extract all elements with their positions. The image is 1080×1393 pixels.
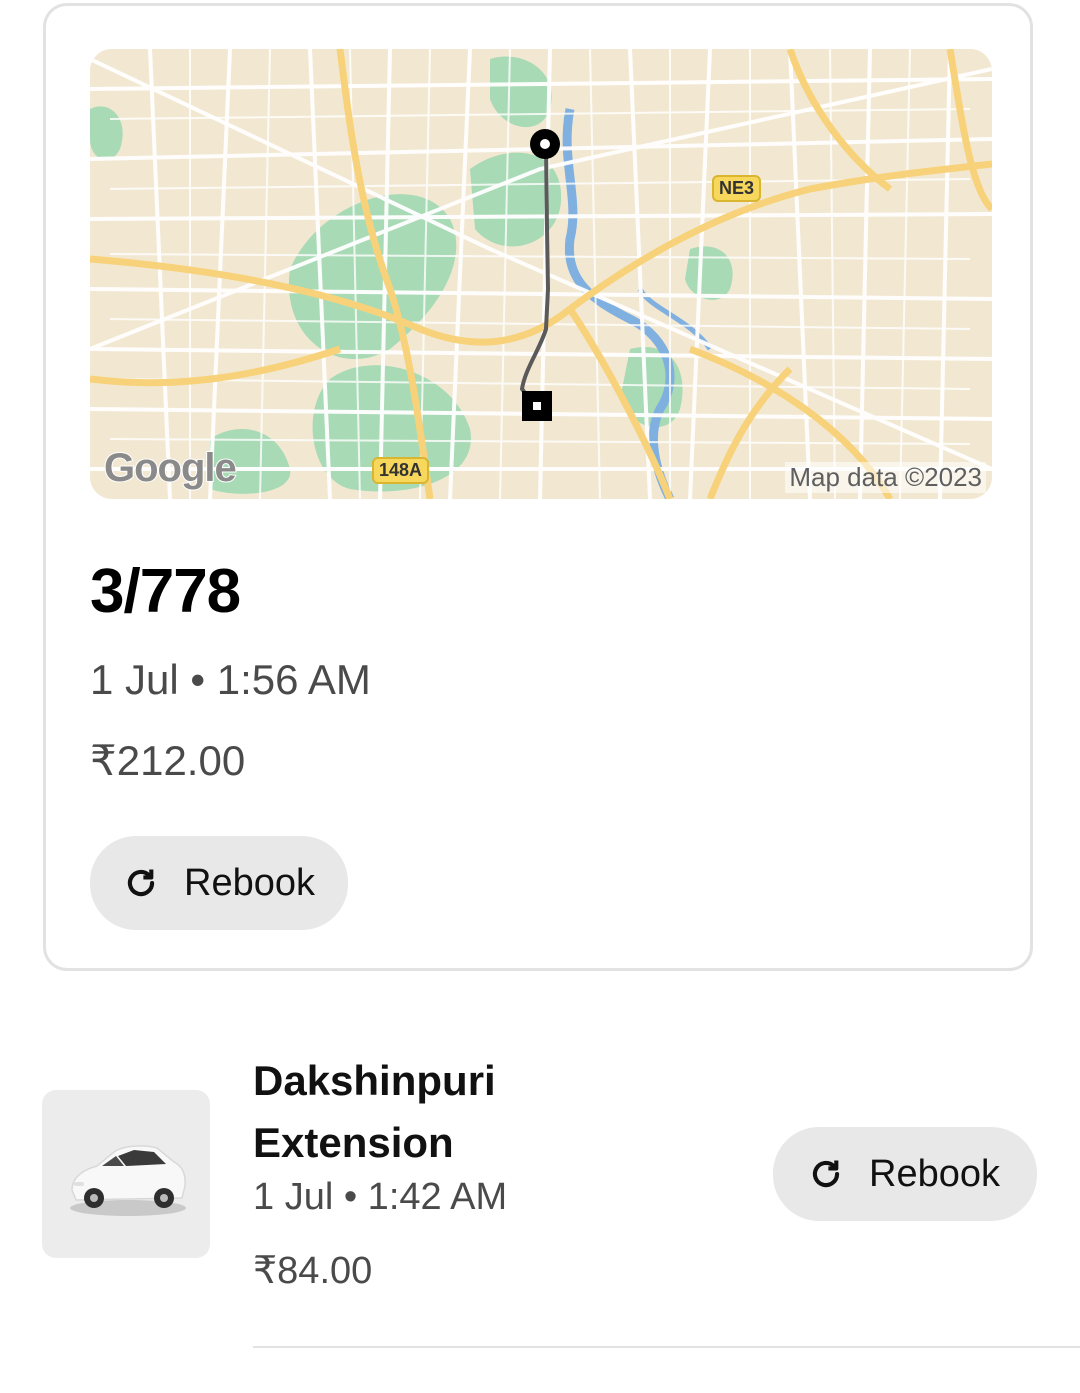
trip-destination: Dakshinpuri Extension: [253, 1057, 496, 1166]
rebook-button[interactable]: Rebook: [773, 1127, 1037, 1221]
pickup-pin-icon: [530, 129, 560, 159]
trip-price: ₹84.00: [253, 1250, 373, 1292]
trip-thumbnail: [42, 1090, 210, 1258]
trip-route-map[interactable]: NE3 148A Google Map data ©2023: [90, 49, 992, 499]
trip-card[interactable]: NE3 148A Google Map data ©2023 3/778 1 J…: [43, 3, 1033, 971]
dropoff-pin-icon: [522, 391, 552, 421]
map-credit: Map data ©2023: [785, 462, 986, 493]
google-logo: Google: [103, 445, 238, 491]
rebook-button[interactable]: Rebook: [90, 836, 348, 930]
map-canvas: [90, 49, 992, 499]
trip-datetime: 1 Jul • 1:42 AM: [253, 1176, 508, 1218]
trip-price: ₹212.00: [90, 737, 246, 784]
trip-title: 3/778: [90, 557, 241, 626]
trip-datetime: 1 Jul • 1:56 AM: [90, 656, 371, 703]
road-shield: 148A: [372, 457, 430, 484]
list-divider: [253, 1346, 1080, 1348]
refresh-icon: [812, 1160, 840, 1188]
rebook-label: Rebook: [869, 1152, 1000, 1195]
refresh-icon: [127, 869, 155, 897]
road-shield: NE3: [712, 175, 762, 202]
rebook-label: Rebook: [184, 861, 315, 904]
car-icon: [70, 1145, 186, 1216]
